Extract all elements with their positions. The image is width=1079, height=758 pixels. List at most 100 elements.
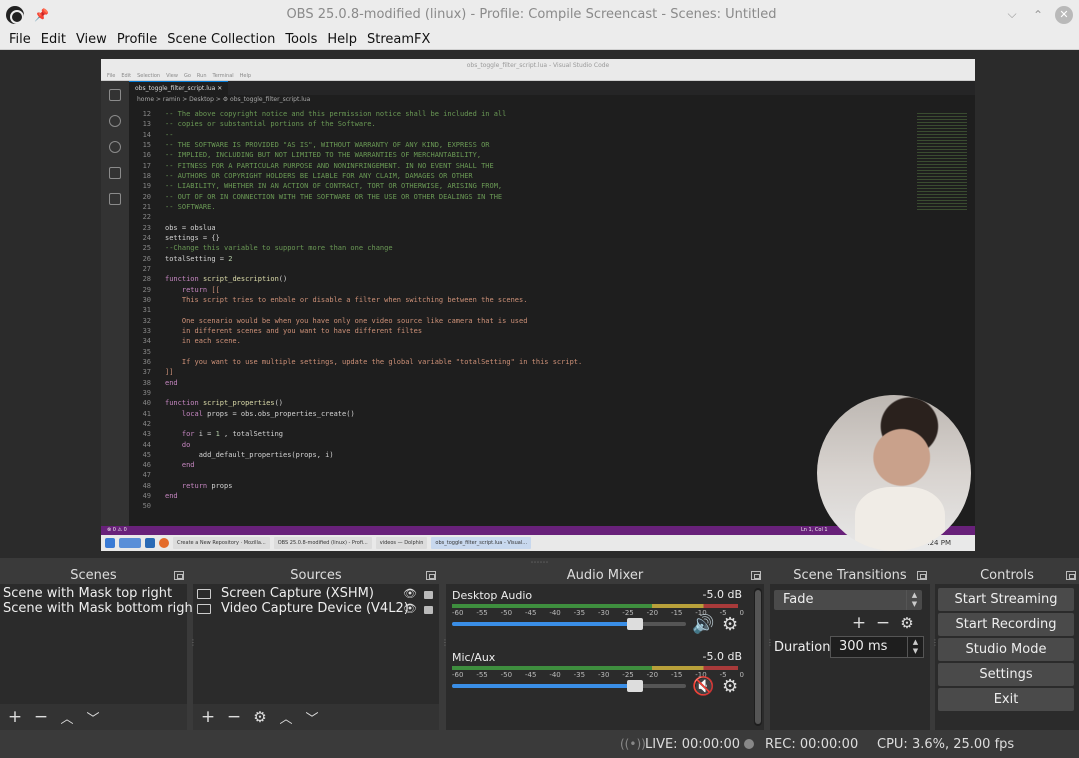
close-icon[interactable]: ✕ bbox=[1055, 5, 1073, 24]
scenes-toolbar: + − ︿ ﹀ bbox=[0, 704, 187, 730]
gear-icon[interactable]: ⚙ bbox=[251, 708, 269, 726]
volume-slider[interactable] bbox=[452, 680, 686, 692]
code-token: end bbox=[165, 461, 195, 470]
dock-resize-handle[interactable]: ⋮ bbox=[931, 639, 939, 658]
code-line: 12 -- The above copyright notice and this… bbox=[129, 109, 975, 119]
code-line: 39 bbox=[129, 388, 975, 398]
line-number: 44 bbox=[142, 440, 151, 449]
code-line: 24 settings = {} bbox=[129, 233, 975, 243]
line-number: 34 bbox=[142, 337, 151, 346]
code-line: 15 -- THE SOFTWARE IS PROVIDED "AS IS", W… bbox=[129, 140, 975, 150]
meter-tick: -55 bbox=[476, 609, 488, 617]
preview-splitter-handle[interactable]: ⋯⋯ bbox=[0, 558, 1079, 568]
remove-source-icon[interactable]: − bbox=[225, 707, 243, 727]
duration-value: 300 ms bbox=[839, 639, 888, 654]
vscode-menu-item: Selection bbox=[137, 73, 161, 79]
mixer-channel: Mic/Aux -5.0 dB -60 -55 -50 -45 -40 -35 … bbox=[446, 646, 764, 708]
dock-resize-handle[interactable]: ⋮ bbox=[189, 639, 197, 658]
line-number: 13 bbox=[142, 120, 151, 129]
code-line: 29 return [[ bbox=[129, 285, 975, 295]
move-up-icon[interactable]: ︿ bbox=[277, 708, 295, 727]
channel-db: -5.0 dB bbox=[702, 650, 743, 663]
dock-resize-handle[interactable]: ⋮ bbox=[441, 639, 449, 658]
float-icon[interactable] bbox=[751, 571, 761, 580]
code-line: 25 --Change this variable to support more… bbox=[129, 243, 975, 253]
duration-input[interactable]: 300 ms ▲ ▼ bbox=[830, 636, 924, 658]
speaker-icon[interactable]: 🔊 bbox=[692, 614, 714, 635]
volume-handle[interactable] bbox=[626, 618, 643, 630]
app-launcher-icon bbox=[105, 538, 115, 548]
meter-tick: -35 bbox=[573, 609, 586, 617]
volume-handle[interactable] bbox=[626, 680, 643, 692]
code-token: 2 bbox=[228, 254, 233, 263]
lock-icon[interactable] bbox=[424, 606, 433, 614]
code-token: One scenario would be when you have only… bbox=[165, 316, 528, 325]
start-recording-button[interactable]: Start Recording bbox=[938, 613, 1074, 636]
gear-icon[interactable]: ⚙ bbox=[722, 676, 738, 697]
preview-canvas[interactable]: obs_toggle_filter_script.lua - Visual St… bbox=[101, 59, 975, 551]
taskbar-item: OBS 25.0.8-modified (linux) - Profi... bbox=[273, 537, 372, 549]
run-icon bbox=[109, 167, 121, 179]
taskbar-item: obs_toggle_filter_script.lua - Visual... bbox=[431, 537, 532, 549]
float-icon[interactable] bbox=[426, 571, 436, 580]
eye-icon[interactable]: 👁 bbox=[403, 587, 417, 600]
menu-edit[interactable]: Edit bbox=[36, 32, 71, 47]
code-token: script_properties bbox=[202, 399, 275, 408]
minimize-icon[interactable]: ⌵ bbox=[1003, 6, 1021, 24]
float-icon[interactable] bbox=[174, 571, 184, 580]
settings-button[interactable]: Settings bbox=[938, 663, 1074, 686]
transition-selected: Fade bbox=[783, 592, 814, 607]
transition-select[interactable]: Fade ▲ ▼ bbox=[774, 590, 922, 610]
remove-scene-icon[interactable]: − bbox=[32, 707, 50, 727]
move-down-icon[interactable]: ﹀ bbox=[84, 708, 102, 727]
menu-tools[interactable]: Tools bbox=[280, 32, 322, 47]
volume-slider[interactable] bbox=[452, 618, 686, 630]
menu-help[interactable]: Help bbox=[322, 32, 362, 47]
remove-transition-icon[interactable]: − bbox=[874, 613, 892, 633]
scene-item[interactable]: Scene with Mask bottom right bbox=[0, 601, 198, 616]
explorer-icon bbox=[109, 89, 121, 101]
line-number: 48 bbox=[142, 481, 151, 490]
menu-view[interactable]: View bbox=[71, 32, 112, 47]
source-name: Screen Capture (XSHM) bbox=[221, 586, 374, 601]
menu-scene-collection[interactable]: Scene Collection bbox=[162, 32, 280, 47]
start-streaming-button[interactable]: Start Streaming bbox=[938, 588, 1074, 611]
muted-speaker-icon[interactable]: 🔇 bbox=[692, 676, 714, 697]
scenes-list: Scene with Mask top right Scene with Mas… bbox=[0, 584, 198, 616]
vscode-menu-item: File bbox=[107, 73, 116, 79]
code-line: 19 -- LIABILITY, WHETHER IN AN ACTION OF … bbox=[129, 181, 975, 191]
line-number: 36 bbox=[142, 357, 151, 366]
meter-tick: -25 bbox=[622, 671, 634, 679]
maximize-icon[interactable]: ⌃ bbox=[1029, 6, 1047, 24]
line-number: 35 bbox=[142, 347, 151, 356]
line-number: 41 bbox=[142, 409, 151, 418]
float-icon[interactable] bbox=[917, 571, 927, 580]
studio-mode-button[interactable]: Studio Mode bbox=[938, 638, 1074, 661]
source-item[interactable]: Video Capture Device (V4L2) 👁 bbox=[193, 601, 439, 616]
exit-button[interactable]: Exit bbox=[938, 688, 1074, 711]
add-source-icon[interactable]: + bbox=[199, 707, 217, 727]
vscode-menu-item: Help bbox=[239, 73, 252, 79]
gear-icon[interactable]: ⚙ bbox=[722, 614, 738, 635]
move-down-icon[interactable]: ﹀ bbox=[303, 708, 321, 727]
menu-profile[interactable]: Profile bbox=[112, 32, 162, 47]
scene-item[interactable]: Scene with Mask top right bbox=[0, 586, 187, 601]
lock-icon[interactable] bbox=[424, 591, 433, 599]
menu-file[interactable]: File bbox=[4, 32, 36, 47]
spinner-arrows-icon[interactable]: ▲ ▼ bbox=[907, 637, 923, 657]
mixer-scrollbar[interactable] bbox=[754, 588, 762, 726]
audio-mixer-dock: Audio Mixer Desktop Audio -5.0 dB -60 -5… bbox=[446, 568, 764, 730]
eye-icon[interactable]: 👁 bbox=[403, 602, 417, 615]
meter-tick: -50 bbox=[500, 671, 513, 679]
code-token: , totalSetting bbox=[219, 430, 284, 439]
move-up-icon[interactable]: ︿ bbox=[58, 708, 76, 727]
add-scene-icon[interactable]: + bbox=[6, 707, 24, 727]
add-transition-icon[interactable]: + bbox=[850, 613, 868, 633]
float-icon[interactable] bbox=[1066, 571, 1076, 580]
line-number: 19 bbox=[142, 182, 151, 191]
source-item[interactable]: Screen Capture (XSHM) 👁 bbox=[193, 586, 439, 601]
gear-icon[interactable]: ⚙ bbox=[898, 614, 916, 632]
dock-resize-handle[interactable]: ⋮ bbox=[766, 639, 774, 658]
pin-icon[interactable]: 📌 bbox=[34, 8, 49, 22]
menu-streamfx[interactable]: StreamFX bbox=[362, 32, 435, 47]
